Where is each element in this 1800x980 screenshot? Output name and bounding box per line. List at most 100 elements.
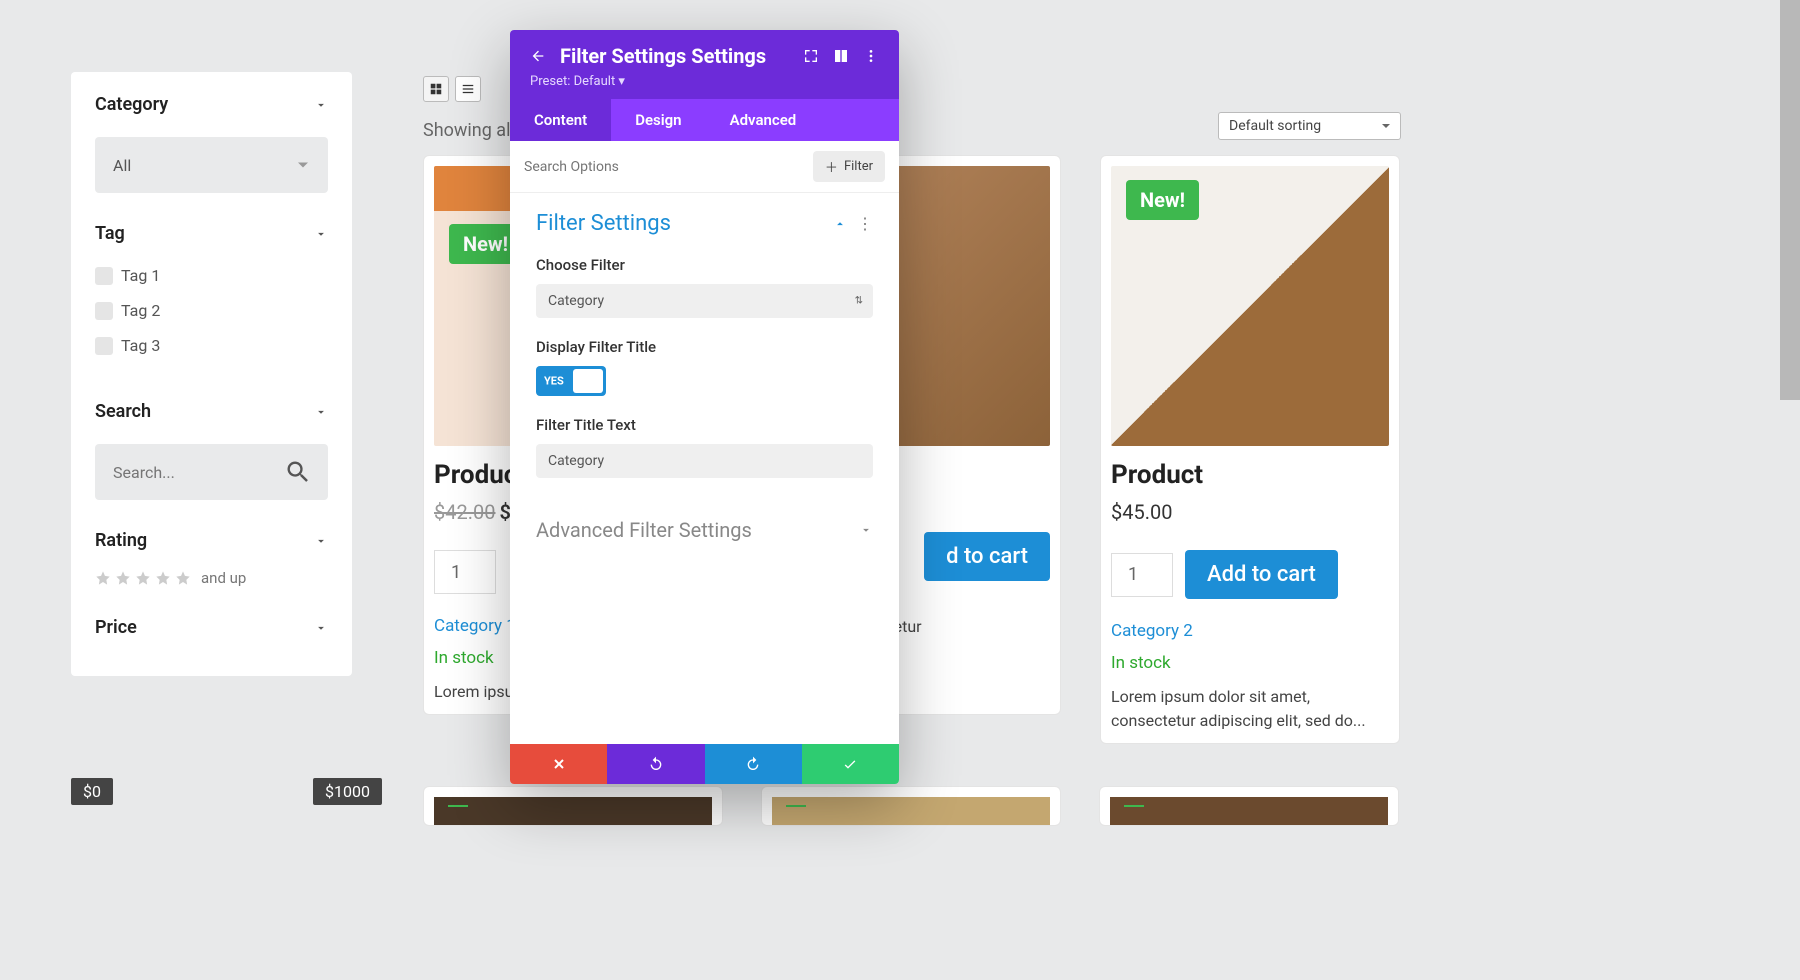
- star-icon: [155, 570, 171, 586]
- product-price: $45.00: [1111, 500, 1389, 524]
- product-image[interactable]: New!: [1111, 166, 1389, 446]
- chevron-down-icon: [859, 523, 873, 537]
- tab-advanced[interactable]: Advanced: [706, 99, 821, 141]
- section-title: Filter Settings: [536, 211, 671, 236]
- tag-row[interactable]: Tag 1: [95, 266, 328, 285]
- add-to-cart-button[interactable]: d to cart: [924, 532, 1050, 581]
- scrollbar-thumb[interactable]: [1780, 0, 1800, 400]
- sort-select[interactable]: Default sorting: [1218, 112, 1401, 140]
- columns-icon[interactable]: [833, 48, 849, 64]
- preset-label[interactable]: Preset: Default ▾: [530, 74, 879, 89]
- product-card: [423, 786, 723, 826]
- tag-row[interactable]: Tag 2: [95, 301, 328, 320]
- field-label: Choose Filter: [536, 256, 873, 274]
- star-icon: [115, 570, 131, 586]
- star-icon: [175, 570, 191, 586]
- redo-icon: [745, 756, 761, 772]
- expand-icon[interactable]: [803, 48, 819, 64]
- modal-header[interactable]: Filter Settings Settings Preset: Default…: [510, 30, 899, 99]
- back-icon[interactable]: [530, 48, 546, 64]
- star-icon: [95, 570, 111, 586]
- section-more-icon[interactable]: ⋮: [857, 214, 873, 233]
- select-caret-icon: ⇅: [855, 296, 863, 307]
- rating-title: Rating: [95, 530, 147, 551]
- checkbox[interactable]: [95, 302, 113, 320]
- field-label: Display Filter Title: [536, 338, 873, 356]
- close-icon: [551, 756, 567, 772]
- chevron-down-icon: [314, 405, 328, 419]
- advanced-section-title: Advanced Filter Settings: [536, 518, 752, 542]
- settings-modal: Filter Settings Settings Preset: Default…: [510, 30, 899, 784]
- search-title: Search: [95, 401, 151, 422]
- image-placeholder: [1110, 797, 1388, 826]
- new-badge: [1124, 805, 1144, 807]
- category-header[interactable]: Category: [95, 94, 328, 115]
- chevron-up-icon[interactable]: [833, 217, 847, 231]
- search-box: [95, 444, 328, 500]
- product-grid-row2: [423, 786, 1399, 826]
- add-to-cart-button[interactable]: Add to cart: [1185, 550, 1338, 599]
- tag-header[interactable]: Tag: [95, 223, 328, 244]
- tab-content[interactable]: Content: [510, 99, 611, 141]
- stock-status: In stock: [1111, 653, 1389, 673]
- field-label: Filter Title Text: [536, 416, 873, 434]
- product-card: New! Product $45.00 1 Add to cart Catego…: [1100, 155, 1400, 744]
- image-placeholder: [772, 797, 1050, 826]
- search-input[interactable]: [113, 463, 271, 482]
- advanced-filter-section[interactable]: Advanced Filter Settings: [510, 496, 899, 564]
- chevron-down-icon: [314, 621, 328, 635]
- price-min: $0: [71, 778, 113, 805]
- tag-row[interactable]: Tag 3: [95, 336, 328, 355]
- search-header[interactable]: Search: [95, 401, 328, 422]
- new-badge: New!: [1126, 180, 1199, 220]
- checkbox[interactable]: [95, 337, 113, 355]
- new-badge: [786, 805, 806, 807]
- product-title: Product: [1111, 460, 1389, 490]
- category-selected: All: [113, 156, 131, 175]
- list-view-button[interactable]: [455, 76, 481, 102]
- filter-settings-section: Filter Settings ⋮ Choose Filter Category…: [510, 193, 899, 496]
- search-options-input[interactable]: [524, 159, 741, 175]
- tag-label: Tag 2: [121, 301, 160, 320]
- modal-footer: [510, 744, 899, 784]
- new-badge: [448, 805, 468, 807]
- choose-filter-select[interactable]: Category ⇅: [536, 284, 873, 318]
- grid-view-button[interactable]: [423, 76, 449, 102]
- display-title-toggle[interactable]: YES: [536, 366, 606, 396]
- rating-filter[interactable]: and up: [95, 569, 328, 587]
- quantity-input[interactable]: 1: [1111, 553, 1173, 597]
- image-placeholder: [434, 797, 712, 826]
- tag-label: Tag 1: [121, 266, 160, 285]
- rating-header[interactable]: Rating: [95, 530, 328, 551]
- category-select[interactable]: All: [95, 137, 328, 193]
- rating-andup: and up: [201, 569, 246, 587]
- filter-sidebar: Category All Tag Tag 1 Tag 2 Tag 3 Searc…: [71, 72, 352, 676]
- price-header[interactable]: Price: [95, 617, 328, 638]
- price-range-ends: $0 $1000: [71, 778, 382, 805]
- check-icon: [842, 756, 858, 772]
- tag-title: Tag: [95, 223, 125, 244]
- chevron-down-icon: [314, 534, 328, 548]
- price-title: Price: [95, 617, 137, 638]
- quantity-input[interactable]: 1: [434, 550, 496, 594]
- search-icon[interactable]: [284, 458, 312, 486]
- category-title: Category: [95, 94, 168, 115]
- product-category-link[interactable]: Category 2: [1111, 621, 1389, 641]
- grid-icon: [429, 82, 443, 96]
- cancel-button[interactable]: [510, 744, 607, 784]
- filter-title-input[interactable]: [536, 444, 873, 478]
- plus-icon: ＋: [825, 157, 838, 176]
- redo-button[interactable]: [705, 744, 802, 784]
- chevron-down-icon: [314, 227, 328, 241]
- old-price: $42.00: [434, 500, 495, 524]
- product-card: [761, 786, 1061, 826]
- tag-label: Tag 3: [121, 336, 160, 355]
- more-icon[interactable]: [863, 48, 879, 64]
- star-icon: [135, 570, 151, 586]
- checkbox[interactable]: [95, 267, 113, 285]
- add-filter-button[interactable]: ＋Filter: [813, 151, 885, 182]
- undo-button[interactable]: [607, 744, 704, 784]
- tab-design[interactable]: Design: [611, 99, 705, 141]
- save-button[interactable]: [802, 744, 899, 784]
- section-header[interactable]: Filter Settings ⋮: [536, 211, 873, 236]
